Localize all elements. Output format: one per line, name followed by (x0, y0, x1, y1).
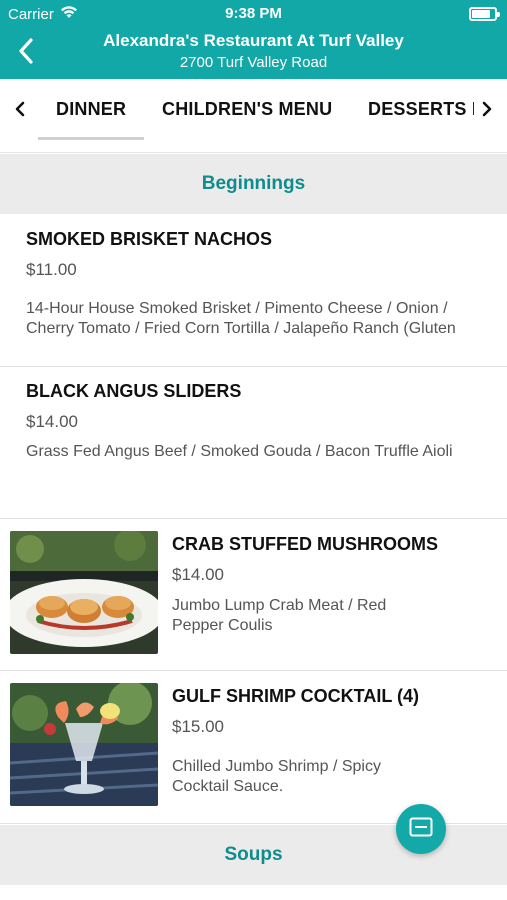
item-name: SMOKED BRISKET NACHOS (26, 229, 273, 249)
item-name: CRAB STUFFED MUSHROOMS (172, 534, 438, 554)
menu-item-black-angus-sliders[interactable]: BLACK ANGUS SLIDERS $14.00 Grass Fed Ang… (0, 367, 507, 519)
item-price: $11.00 (26, 260, 77, 279)
item-price: $15.00 (172, 717, 224, 736)
selected-tab-indicator (38, 137, 144, 140)
section-header-beginnings[interactable]: Beginnings (0, 154, 507, 214)
restaurant-name: Alexandra's Restaurant At Turf Valley (103, 31, 404, 50)
item-price: $14.00 (26, 412, 78, 431)
section-title: Soups (224, 844, 283, 865)
menu-item-smoked-brisket-nachos[interactable]: SMOKED BRISKET NACHOS $11.00 14-Hour Hou… (0, 214, 507, 367)
tabs-scroll-right-button[interactable] (477, 101, 497, 121)
chevron-left-icon (14, 101, 26, 122)
crab-stuffed-mushrooms-photo (10, 531, 158, 654)
app-header: Carrier 9:38 PM Alexandra's Restaurant A… (0, 0, 507, 79)
item-price: $14.00 (172, 565, 224, 584)
tab-dinner[interactable]: DINNER (56, 99, 126, 120)
menu-tabs: DINNER CHILDREN'S MENU DESSERTS I (0, 79, 507, 153)
battery-icon (469, 7, 500, 21)
nav-titles: Alexandra's Restaurant At Turf Valley 27… (60, 30, 447, 74)
item-description: Jumbo Lump Crab Meat / Red Pepper Coulis (172, 597, 387, 634)
item-name: GULF SHRIMP COCKTAIL (4) (172, 686, 419, 706)
chevron-left-icon (18, 37, 34, 69)
tabs-scroll-left-button[interactable] (10, 101, 30, 121)
section-title: Beginnings (201, 173, 306, 194)
item-name: BLACK ANGUS SLIDERS (26, 381, 242, 401)
status-bar: Carrier 9:38 PM (0, 0, 507, 28)
menu-item-gulf-shrimp-cocktail[interactable]: GULF SHRIMP COCKTAIL (4) $15.00 Chilled … (0, 671, 507, 824)
item-description: 14-Hour House Smoked Brisket / Pimento C… (26, 300, 456, 337)
tab-childrens-menu[interactable]: CHILDREN'S MENU (162, 99, 332, 120)
menu-item-crab-stuffed-mushrooms[interactable]: CRAB STUFFED MUSHROOMS $14.00 Jumbo Lump… (0, 519, 507, 671)
menu-card-button[interactable] (396, 804, 446, 854)
item-description: Chilled Jumbo Shrimp / Spicy Cocktail Sa… (172, 758, 381, 795)
restaurant-address: 2700 Turf Valley Road (179, 54, 328, 71)
chevron-right-icon (481, 101, 493, 122)
nav-bar: Alexandra's Restaurant At Turf Valley 27… (0, 28, 507, 79)
gulf-shrimp-cocktail-photo (10, 683, 158, 806)
back-button[interactable] (12, 37, 40, 69)
menu-card-icon (409, 817, 433, 842)
item-description: Grass Fed Angus Beef / Smoked Gouda / Ba… (26, 443, 453, 460)
tab-desserts[interactable]: DESSERTS I (368, 99, 474, 120)
status-time: 9:38 PM (225, 5, 282, 22)
